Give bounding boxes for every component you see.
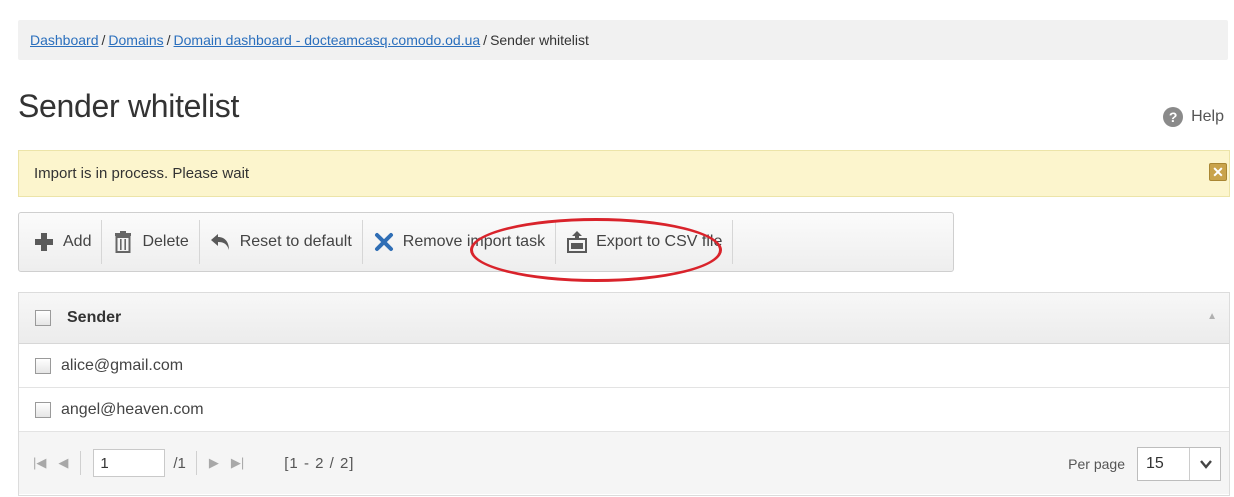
- first-page-icon[interactable]: |◀: [33, 455, 46, 471]
- breadcrumb-separator: /: [166, 32, 171, 48]
- export-label: Export to CSV file: [596, 233, 723, 250]
- per-page-value: 15: [1146, 455, 1164, 472]
- reset-to-default-button[interactable]: Reset to default: [200, 220, 362, 264]
- pagination: |◀ ◀ /1 ▶ ▶| [1 - 2 / 2] Per page 15: [19, 432, 1229, 494]
- per-page-select[interactable]: 15: [1137, 447, 1221, 481]
- per-page-label: Per page: [1068, 456, 1125, 472]
- sender-cell: alice@gmail.com: [61, 356, 184, 374]
- table-header: Sender ▲: [19, 292, 1229, 344]
- import-notice: Import is in process. Please wait ✕: [18, 150, 1230, 197]
- delete-label: Delete: [142, 233, 189, 250]
- breadcrumb-separator: /: [101, 32, 106, 48]
- breadcrumb-link-domains[interactable]: Domains: [108, 32, 163, 48]
- page-title: Sender whitelist: [18, 88, 240, 124]
- breadcrumb-separator: /: [483, 32, 488, 48]
- plus-icon: [33, 231, 55, 253]
- last-page-icon[interactable]: ▶|: [231, 455, 244, 471]
- select-all-checkbox[interactable]: [35, 310, 51, 326]
- help-icon: ?: [1163, 107, 1184, 127]
- notice-message: Import is in process. Please wait: [34, 165, 250, 182]
- breadcrumb-link-dashboard[interactable]: Dashboard: [30, 32, 99, 48]
- remove-import-label: Remove import task: [402, 233, 546, 250]
- table-row[interactable]: alice@gmail.com: [19, 344, 1229, 388]
- sender-table: Sender ▲ alice@gmail.com angel@heaven.co…: [18, 292, 1230, 496]
- trash-icon: [112, 231, 134, 253]
- remove-import-task-button[interactable]: Remove import task: [363, 220, 555, 264]
- prev-page-icon[interactable]: ◀: [58, 455, 68, 471]
- toolbar: Add Delete Reset to default Remove impor…: [18, 212, 954, 272]
- add-label: Add: [63, 233, 92, 250]
- page-range: [1 - 2 / 2]: [284, 454, 355, 472]
- toolbar-divider: [732, 220, 734, 264]
- sender-cell: angel@heaven.com: [61, 400, 204, 418]
- breadcrumb-link-domain-dashboard[interactable]: Domain dashboard - docteamcasq.comodo.od…: [174, 32, 481, 48]
- per-page-control: Per page 15: [1068, 447, 1221, 481]
- page-number-input[interactable]: [93, 449, 166, 477]
- pager-divider: [80, 451, 82, 475]
- row-checkbox[interactable]: [35, 401, 51, 418]
- help-link[interactable]: ? Help: [1163, 106, 1224, 128]
- column-header-sender[interactable]: Sender: [67, 309, 121, 327]
- chevron-down-icon: [1189, 448, 1212, 480]
- breadcrumb-current: Sender whitelist: [490, 32, 589, 48]
- close-icon[interactable]: ✕: [1209, 163, 1227, 181]
- table-row[interactable]: angel@heaven.com: [19, 388, 1229, 432]
- row-checkbox[interactable]: [35, 357, 51, 374]
- delete-button[interactable]: Delete: [102, 220, 198, 264]
- page-total: /1: [173, 454, 186, 472]
- csv-export-icon: [566, 231, 588, 253]
- add-button[interactable]: Add: [23, 220, 101, 264]
- reset-label: Reset to default: [239, 233, 352, 250]
- sort-icon[interactable]: ▲: [1207, 311, 1217, 322]
- remove-x-icon: [373, 231, 395, 253]
- undo-icon: [210, 231, 232, 253]
- help-label: Help: [1191, 108, 1224, 125]
- breadcrumb: Dashboard / Domains / Domain dashboard - doc…: [18, 20, 1228, 60]
- export-csv-button[interactable]: Export to CSV file: [556, 220, 732, 264]
- next-page-icon[interactable]: ▶: [209, 455, 219, 471]
- pager-divider: [195, 451, 197, 475]
